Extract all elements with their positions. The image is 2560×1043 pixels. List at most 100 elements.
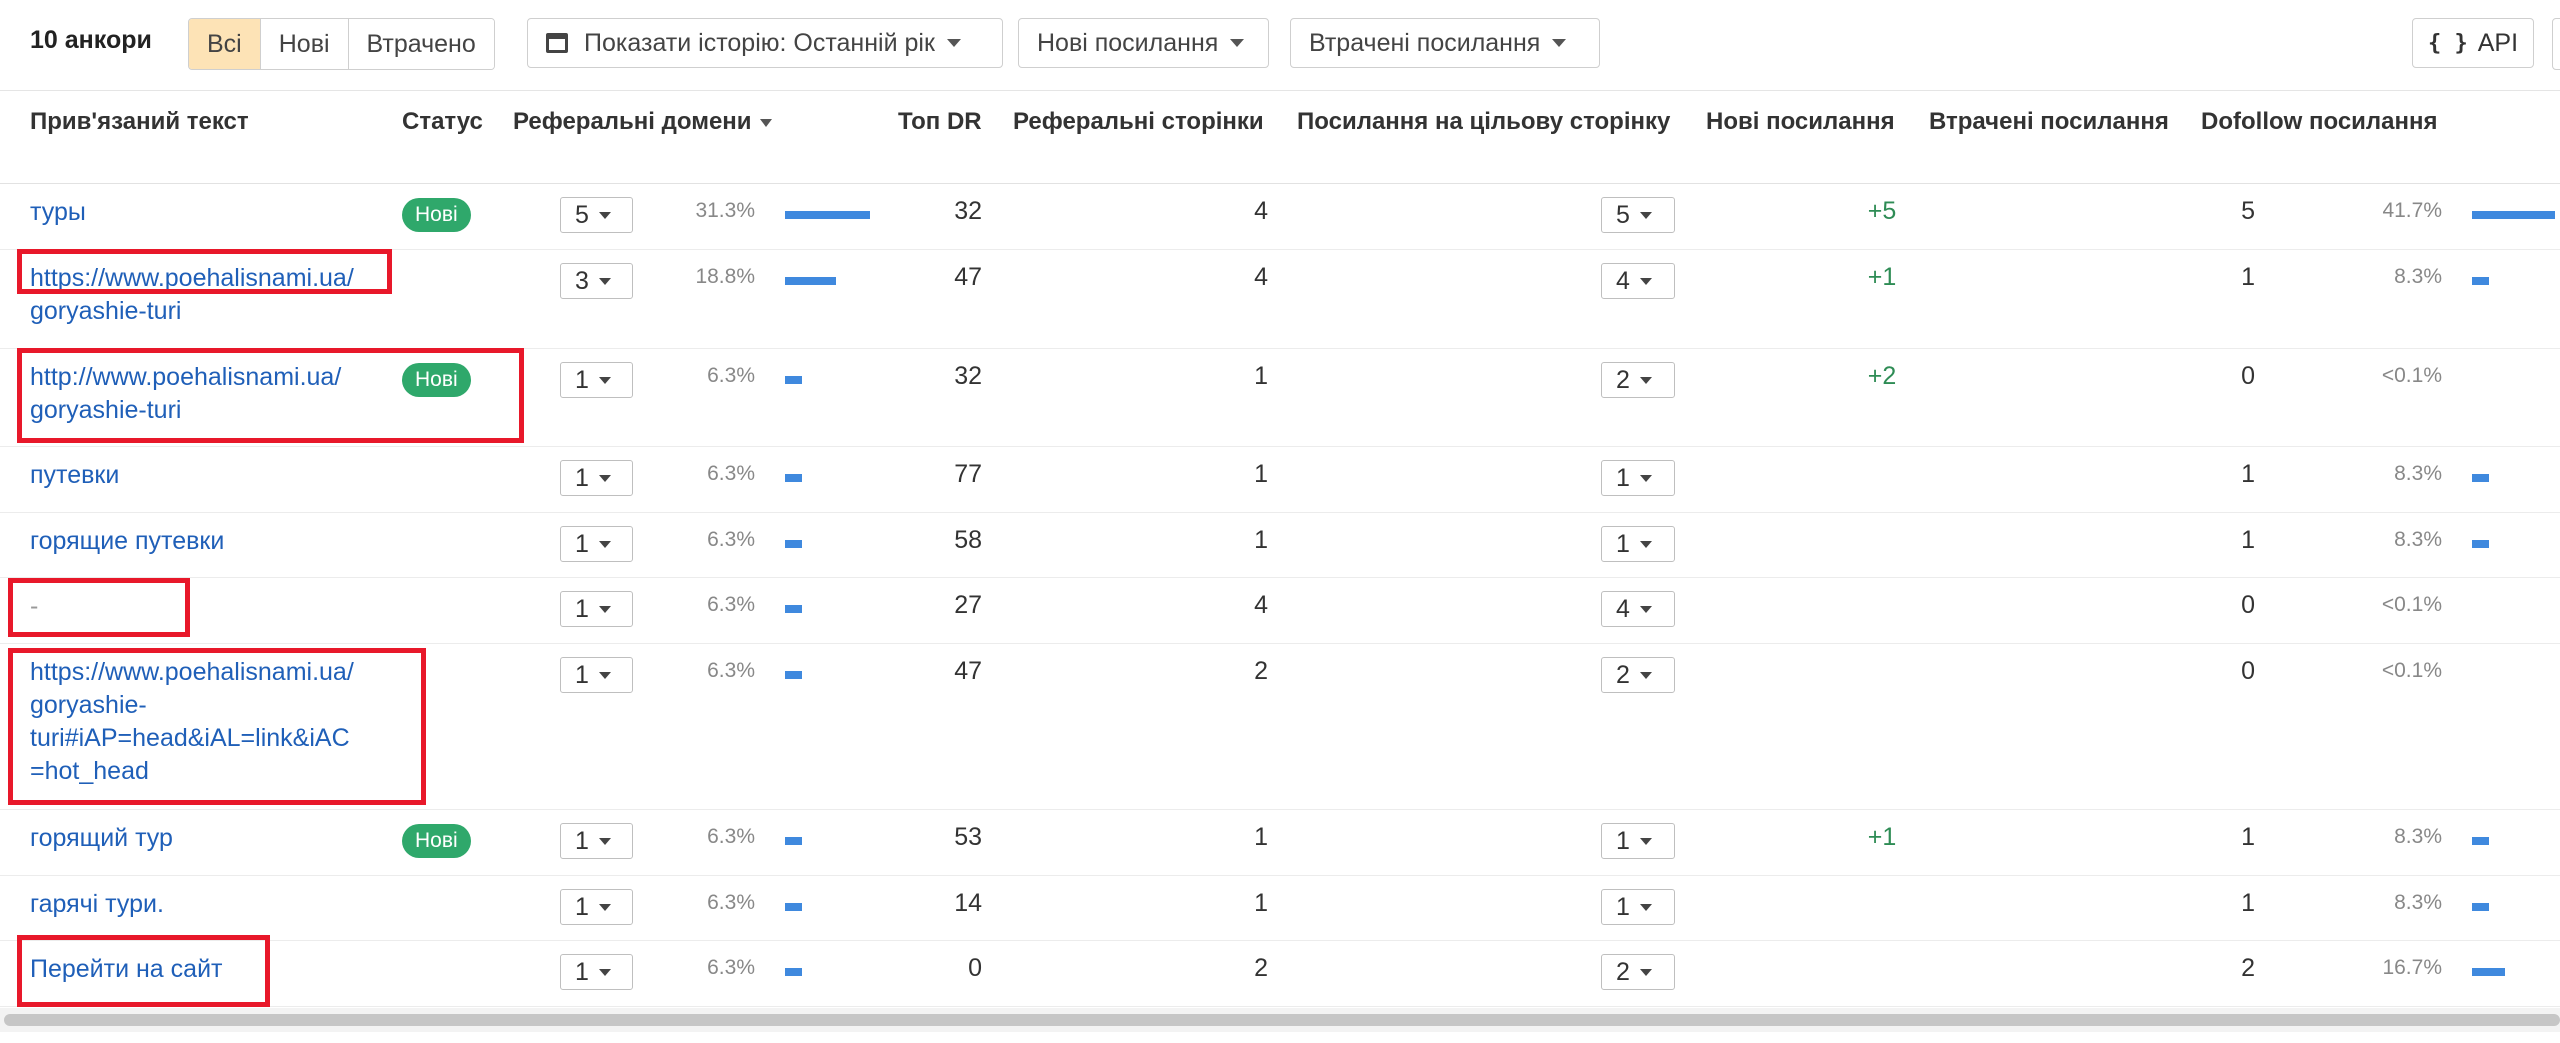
ref-domains-bar	[785, 671, 802, 679]
chevron-down-icon	[598, 605, 611, 613]
ref-domains-dropdown[interactable]: 5	[560, 197, 633, 233]
anchors-count: 10 анкори	[30, 26, 152, 54]
ref-pages-value: 4	[1254, 263, 1268, 291]
ref-domains-dropdown[interactable]: 1	[560, 526, 633, 562]
target-links-dropdown[interactable]: 5	[1601, 197, 1675, 233]
lost-links-dropdown[interactable]: Втрачені посилання	[1290, 18, 1600, 68]
target-links-value: 4	[1616, 266, 1630, 295]
header-lost-links[interactable]: Втрачені посилання	[1929, 108, 2169, 136]
anchor-link[interactable]: туры	[30, 196, 86, 229]
table-row: туры Нові 5 31.3% 32 4 5 +5 5 41.7%	[0, 184, 2560, 250]
header-anchor[interactable]: Прив'язаний текст	[30, 108, 249, 136]
top-dr-value: 14	[954, 889, 982, 917]
anchor-link[interactable]: путевки	[30, 459, 119, 492]
ref-domains-percent: 6.3%	[707, 462, 755, 485]
target-links-dropdown[interactable]: 1	[1601, 889, 1675, 925]
annotation-box	[17, 249, 392, 294]
header-target-links[interactable]: Посилання на цільову сторінку	[1297, 108, 1670, 136]
header-ref-pages[interactable]: Реферальні сторінки	[1013, 108, 1264, 136]
dofollow-bar	[2472, 968, 2505, 976]
dofollow-percent: 8.3%	[2394, 528, 2442, 551]
table-row: Перейти на сайт 1 6.3% 0 2 2 2 16.7%	[0, 941, 2560, 1007]
new-links-dropdown[interactable]: Нові посилання	[1018, 18, 1269, 68]
overflow-button[interactable]	[2552, 18, 2560, 70]
chevron-down-icon	[1552, 39, 1567, 47]
header-new-links[interactable]: Нові посилання	[1706, 108, 1895, 136]
filter-new-button[interactable]: Нові	[260, 19, 349, 69]
dofollow-value: 1	[2241, 823, 2255, 851]
target-links-dropdown[interactable]: 2	[1601, 362, 1675, 398]
horizontal-scrollbar[interactable]	[4, 1014, 2560, 1026]
table-row: путевки 1 6.3% 77 1 1 1 8.3%	[0, 447, 2560, 513]
header-ref-domains[interactable]: Реферальні домени	[513, 108, 772, 136]
ref-domains-dropdown[interactable]: 1	[560, 657, 633, 693]
dofollow-bar	[2472, 277, 2489, 285]
api-button-label: API	[2477, 28, 2519, 57]
header-status[interactable]: Статус	[402, 108, 483, 136]
top-dr-value: 32	[954, 197, 982, 225]
ref-domains-dropdown[interactable]: 1	[560, 954, 633, 990]
chevron-down-icon	[1230, 39, 1245, 47]
ref-domains-value: 1	[575, 594, 589, 623]
ref-domains-dropdown[interactable]: 1	[560, 823, 633, 859]
dofollow-value: 1	[2241, 526, 2255, 554]
table-row: горящий тур Нові 1 6.3% 53 1 1 +1 1 8.3%	[0, 810, 2560, 876]
history-dropdown[interactable]: Показати історію: Останній рік	[527, 18, 1003, 68]
target-links-dropdown[interactable]: 2	[1601, 954, 1675, 990]
top-dr-value: 27	[954, 591, 982, 619]
lost-links-dropdown-label: Втрачені посилання	[1309, 28, 1541, 57]
chevron-down-icon	[598, 277, 611, 285]
dofollow-value: 5	[2241, 197, 2255, 225]
chevron-down-icon	[598, 376, 611, 384]
dofollow-bar	[2472, 903, 2489, 911]
target-links-value: 1	[1616, 529, 1630, 558]
filter-lost-button[interactable]: Втрачено	[348, 19, 494, 69]
ref-domains-dropdown[interactable]: 3	[560, 263, 633, 299]
target-links-dropdown[interactable]: 1	[1601, 460, 1675, 496]
ref-pages-value: 1	[1254, 460, 1268, 488]
new-links-value: +1	[1867, 823, 1897, 851]
ref-domains-dropdown[interactable]: 1	[560, 460, 633, 496]
new-links-value: +2	[1867, 362, 1897, 390]
dofollow-percent: <0.1%	[2381, 593, 2442, 616]
chevron-down-icon	[1639, 474, 1652, 482]
dofollow-value: 1	[2241, 263, 2255, 291]
dofollow-value: 1	[2241, 889, 2255, 917]
ref-domains-dropdown[interactable]: 1	[560, 889, 633, 925]
filter-all-button[interactable]: Всі	[189, 19, 261, 69]
target-links-dropdown[interactable]: 1	[1601, 823, 1675, 859]
anchor-link[interactable]: горящие путевки	[30, 525, 224, 558]
header-top-dr[interactable]: Топ DR	[898, 108, 982, 136]
chevron-down-icon	[598, 837, 611, 845]
ref-domains-bar	[785, 540, 802, 548]
target-links-dropdown[interactable]: 4	[1601, 263, 1675, 299]
ref-domains-value: 5	[575, 200, 589, 229]
target-links-value: 2	[1616, 957, 1630, 986]
dofollow-percent: 8.3%	[2394, 462, 2442, 485]
api-button[interactable]: { } API	[2412, 18, 2534, 68]
anchor-link[interactable]: гарячі тури.	[30, 888, 164, 921]
ref-domains-dropdown[interactable]: 1	[560, 591, 633, 627]
chevron-down-icon	[598, 474, 611, 482]
dofollow-bar	[2472, 211, 2555, 219]
dofollow-percent: <0.1%	[2381, 364, 2442, 387]
table-row: горящие путевки 1 6.3% 58 1 1 1 8.3%	[0, 513, 2560, 578]
status-badge: Нові	[402, 824, 471, 858]
new-links-dropdown-label: Нові посилання	[1037, 28, 1219, 57]
top-dr-value: 53	[954, 823, 982, 851]
dofollow-bar	[2472, 837, 2489, 845]
anchor-link[interactable]: горящий тур	[30, 822, 173, 855]
ref-domains-dropdown[interactable]: 1	[560, 362, 633, 398]
ref-domains-percent: 6.3%	[707, 956, 755, 979]
target-links-dropdown[interactable]: 2	[1601, 657, 1675, 693]
ref-pages-value: 1	[1254, 526, 1268, 554]
ref-pages-value: 4	[1254, 591, 1268, 619]
ref-domains-bar	[785, 605, 802, 613]
chevron-down-icon	[598, 211, 611, 219]
dofollow-percent: 8.3%	[2394, 891, 2442, 914]
top-dr-value: 47	[954, 657, 982, 685]
header-dofollow[interactable]: Dofollow посилання	[2201, 108, 2438, 136]
target-links-dropdown[interactable]: 4	[1601, 591, 1675, 627]
target-links-dropdown[interactable]: 1	[1601, 526, 1675, 562]
ref-domains-percent: 6.3%	[707, 528, 755, 551]
